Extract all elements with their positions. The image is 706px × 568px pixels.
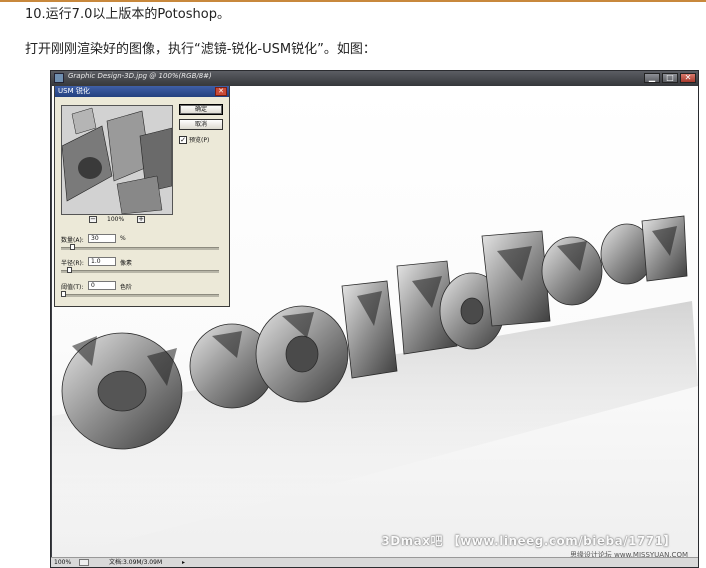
step-instruction: 打开刚刚渲染好的图像，执行“滤镜-锐化-USM锐化”。如图： [25, 42, 376, 57]
zoom-out-button[interactable]: − [89, 216, 97, 223]
radius-slider[interactable] [61, 270, 219, 273]
amount-input[interactable]: 30 [88, 234, 116, 243]
amount-unit: % [120, 235, 126, 242]
maximize-button[interactable]: □ [662, 73, 678, 83]
amount-label: 数量(A): [61, 237, 84, 244]
status-zoom[interactable]: 100% [54, 558, 71, 567]
close-icon[interactable]: ✕ [215, 87, 227, 96]
status-menu-arrow-icon[interactable]: ▸ [182, 558, 185, 567]
preview-checkbox[interactable]: ✓ [179, 136, 187, 144]
dialog-titlebar[interactable]: USM 锐化 ✕ [55, 86, 229, 97]
dialog-title: USM 锐化 [58, 87, 90, 95]
threshold-unit: 色阶 [120, 284, 133, 291]
radius-slider-thumb[interactable] [67, 267, 73, 273]
amount-slider-thumb[interactable] [70, 244, 76, 250]
status-doc-size: 文档:3.09M/3.09M [109, 559, 163, 566]
document-titlebar[interactable]: Graphic Design-3D.jpg @ 100%(RGB/8#) ▁ □… [51, 71, 698, 86]
cancel-button[interactable]: 取消 [179, 119, 223, 130]
usm-sharpen-dialog: USM 锐化 ✕ 确定 取消 ✓ 预览(P) − 100% + 数量(A): 3… [54, 85, 230, 307]
threshold-slider[interactable] [61, 294, 219, 297]
ok-button[interactable]: 确定 [179, 104, 223, 115]
threshold-slider-thumb[interactable] [61, 291, 66, 297]
status-info-icon[interactable] [79, 559, 89, 566]
preview-image [62, 106, 172, 214]
step-title: 10.运行7.0以上版本的Potoshop。 [25, 7, 230, 22]
zoom-in-button[interactable]: + [137, 216, 145, 223]
threshold-label: 阈值(T): [61, 284, 84, 291]
preview-label: 预览(P) [189, 137, 210, 144]
preview-zoom-value: 100% [107, 216, 125, 223]
filter-preview[interactable] [61, 105, 173, 215]
radius-label: 半径(R): [61, 260, 84, 267]
ps-document-icon [54, 73, 64, 83]
watermark: 3Dmax吧 【www.lineeg.com/bieba/1771】 [381, 534, 676, 548]
top-divider [0, 0, 706, 2]
close-button[interactable]: ✕ [680, 73, 696, 83]
radius-input[interactable]: 1.0 [88, 257, 116, 266]
document-title: Graphic Design-3D.jpg @ 100%(RGB/8#) [68, 72, 212, 80]
radius-unit: 像素 [120, 260, 133, 267]
amount-slider[interactable] [61, 247, 219, 250]
status-bar: 100% 文档:3.09M/3.09M ▸ [51, 557, 698, 567]
threshold-input[interactable]: 0 [88, 281, 116, 290]
minimize-button[interactable]: ▁ [644, 73, 660, 83]
